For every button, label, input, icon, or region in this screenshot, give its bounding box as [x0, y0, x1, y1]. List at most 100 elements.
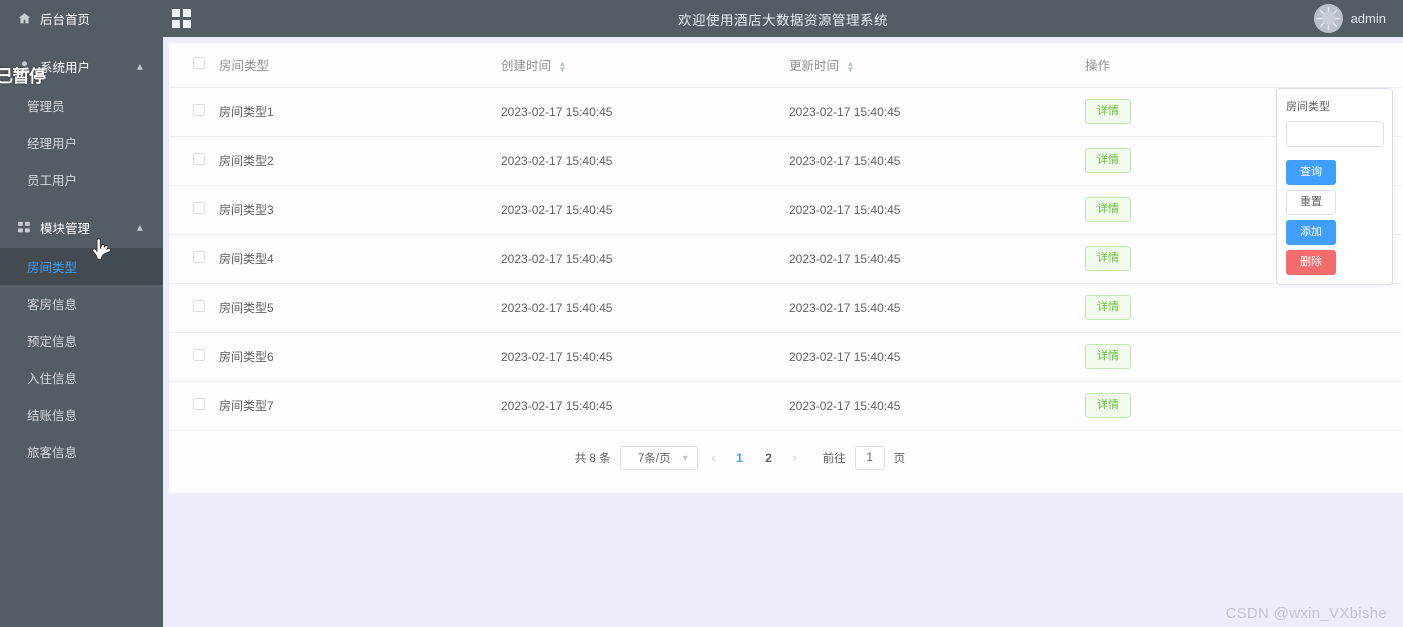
app-root: 后台首页 系统用户 ▼ 管理员 经理用户 员工用户 模块管理 ▼ 房间类型 客房… — [0, 0, 1403, 627]
search-panel-buttons: 查询 重置 添加 删除 — [1286, 160, 1384, 275]
table-row[interactable]: 房间类型7 2023-02-17 15:40:45 2023-02-17 15:… — [169, 381, 1401, 431]
row-checkbox[interactable] — [193, 300, 205, 312]
table-row[interactable]: 房间类型5 2023-02-17 15:40:45 2023-02-17 15:… — [169, 283, 1401, 333]
page-title: 欢迎使用酒店大数据资源管理系统 — [678, 12, 888, 28]
row-checkbox[interactable] — [193, 349, 205, 361]
chevron-up-icon: ▼ — [135, 61, 145, 72]
row-checkbox-cell — [169, 234, 219, 284]
row-checkbox-cell — [169, 136, 219, 186]
sidebar-item-home[interactable]: 后台首页 — [0, 0, 163, 37]
pagination: 共 8 条 7条/页 ▼ ‹ 1 2 › 前往 页 — [169, 431, 1401, 486]
search-input[interactable] — [1286, 121, 1384, 147]
jump-page-input[interactable] — [854, 446, 885, 470]
cell-action: 详情 — [1085, 381, 1401, 431]
reset-button[interactable]: 重置 — [1286, 190, 1336, 215]
table-card: 房间类型 创建时间 ▲ ▼ 更新时间 ▲ ▼ 操作 房间类型1 2023-02-… — [169, 43, 1403, 493]
next-page-button[interactable]: › — [788, 451, 802, 465]
page-number-2[interactable]: 2 — [759, 451, 779, 465]
row-checkbox-cell — [169, 381, 219, 431]
user-menu[interactable]: admin — [1313, 4, 1386, 33]
cell-create-time: 2023-02-17 15:40:45 — [501, 87, 789, 137]
cell-create-time: 2023-02-17 15:40:45 — [501, 234, 789, 284]
cell-room-type: 房间类型3 — [219, 185, 501, 235]
sidebar: 后台首页 系统用户 ▼ 管理员 经理用户 员工用户 模块管理 ▼ 房间类型 客房… — [0, 0, 163, 627]
row-checkbox[interactable] — [193, 251, 205, 263]
sidebar-item-room-type[interactable]: 房间类型 — [0, 248, 163, 285]
row-checkbox-cell — [169, 87, 219, 137]
grid-cell-1 — [172, 9, 180, 17]
page-size-select[interactable]: 7条/页 ▼ — [619, 446, 698, 470]
sidebar-item-admin[interactable]: 管理员 — [0, 87, 163, 124]
sidebar-item-traveler-info[interactable]: 旅客信息 — [0, 433, 163, 470]
th-create-time[interactable]: 创建时间 ▲ ▼ — [501, 43, 789, 88]
cell-create-time: 2023-02-17 15:40:45 — [501, 381, 789, 431]
spinner-avatar-icon — [1313, 4, 1343, 33]
cell-room-type: 房间类型4 — [219, 234, 501, 284]
sidebar-item-checkin-info[interactable]: 入住信息 — [0, 359, 163, 396]
sidebar-item-staff-user[interactable]: 员工用户 — [0, 161, 163, 198]
detail-button[interactable]: 详情 — [1085, 295, 1131, 320]
add-button[interactable]: 添加 — [1286, 220, 1336, 245]
th-update-time[interactable]: 更新时间 ▲ ▼ — [789, 43, 1085, 88]
sidebar-item-reservation-info-label: 预定信息 — [27, 335, 78, 349]
detail-button[interactable]: 详情 — [1085, 197, 1131, 222]
row-checkbox[interactable] — [193, 153, 205, 165]
cell-create-time: 2023-02-17 15:40:45 — [501, 185, 789, 235]
table-row[interactable]: 房间类型2 2023-02-17 15:40:45 2023-02-17 15:… — [169, 136, 1401, 186]
top-bar: 欢迎使用酒店大数据资源管理系统 admin — [163, 0, 1403, 37]
table-row[interactable]: 房间类型4 2023-02-17 15:40:45 2023-02-17 15:… — [169, 234, 1401, 284]
cell-update-time: 2023-02-17 15:40:45 — [789, 87, 1085, 137]
detail-button[interactable]: 详情 — [1085, 393, 1131, 418]
grid-icon[interactable] — [172, 9, 191, 28]
sidebar-item-home-label: 后台首页 — [40, 13, 91, 27]
cell-create-time: 2023-02-17 15:40:45 — [501, 332, 789, 382]
table-body: 房间类型1 2023-02-17 15:40:45 2023-02-17 15:… — [169, 87, 1401, 431]
table-row[interactable]: 房间类型6 2023-02-17 15:40:45 2023-02-17 15:… — [169, 332, 1401, 382]
page-number-1[interactable]: 1 — [730, 451, 750, 465]
delete-button[interactable]: 删除 — [1286, 250, 1336, 275]
cell-update-time: 2023-02-17 15:40:45 — [789, 332, 1085, 382]
pagination-total: 共 8 条 — [574, 453, 611, 465]
sidebar-item-manager-user[interactable]: 经理用户 — [0, 124, 163, 161]
row-checkbox[interactable] — [193, 398, 205, 410]
sidebar-item-guest-room-info-label: 客房信息 — [27, 298, 78, 312]
row-checkbox-cell — [169, 185, 219, 235]
detail-button[interactable]: 详情 — [1085, 246, 1131, 271]
table-row[interactable]: 房间类型3 2023-02-17 15:40:45 2023-02-17 15:… — [169, 185, 1401, 235]
search-field-label: 房间类型 — [1286, 101, 1330, 113]
cell-room-type: 房间类型1 — [219, 87, 501, 137]
sidebar-item-guest-room-info[interactable]: 客房信息 — [0, 285, 163, 322]
grid-cell-3 — [172, 20, 180, 28]
content-area: 房间类型 创建时间 ▲ ▼ 更新时间 ▲ ▼ 操作 房间类型1 2023-02-… — [163, 37, 1403, 627]
table-header-row: 房间类型 创建时间 ▲ ▼ 更新时间 ▲ ▼ 操作 — [169, 43, 1401, 88]
sidebar-item-settlement-info[interactable]: 结账信息 — [0, 396, 163, 433]
sidebar-item-reservation-info[interactable]: 预定信息 — [0, 322, 163, 359]
chevron-down-icon: ▼ — [680, 453, 690, 463]
cell-update-time: 2023-02-17 15:40:45 — [789, 234, 1085, 284]
prev-page-button[interactable]: ‹ — [707, 451, 721, 465]
row-checkbox[interactable] — [193, 202, 205, 214]
sort-update-time-icon[interactable]: ▲ ▼ — [847, 59, 855, 73]
cell-room-type: 房间类型6 — [219, 332, 501, 382]
detail-button[interactable]: 详情 — [1085, 148, 1131, 173]
sort-create-time-icon[interactable]: ▲ ▼ — [559, 59, 567, 73]
query-button[interactable]: 查询 — [1286, 160, 1336, 185]
cell-room-type: 房间类型5 — [219, 283, 501, 333]
table-row[interactable]: 房间类型1 2023-02-17 15:40:45 2023-02-17 15:… — [169, 87, 1401, 137]
th-select-all — [169, 43, 219, 88]
th-room-type-label: 房间类型 — [219, 59, 270, 74]
search-panel: 房间类型 查询 重置 添加 删除 — [1276, 88, 1393, 285]
jump-label: 前往 — [822, 453, 846, 465]
detail-button[interactable]: 详情 — [1085, 344, 1131, 369]
page-size-value: 7条/页 — [637, 453, 671, 465]
th-create-time-label: 创建时间 — [501, 59, 552, 74]
sidebar-group-module-management[interactable]: 模块管理 ▼ — [0, 206, 163, 248]
row-checkbox-cell — [169, 332, 219, 382]
grid-small-icon — [18, 221, 31, 234]
th-room-type: 房间类型 — [219, 43, 501, 88]
row-checkbox[interactable] — [193, 104, 205, 116]
select-all-checkbox[interactable] — [193, 57, 205, 70]
main-area: 欢迎使用酒店大数据资源管理系统 admin 房间类型 创建时间 ▲ ▼ 更新时间… — [163, 0, 1403, 627]
detail-button[interactable]: 详情 — [1085, 99, 1131, 124]
